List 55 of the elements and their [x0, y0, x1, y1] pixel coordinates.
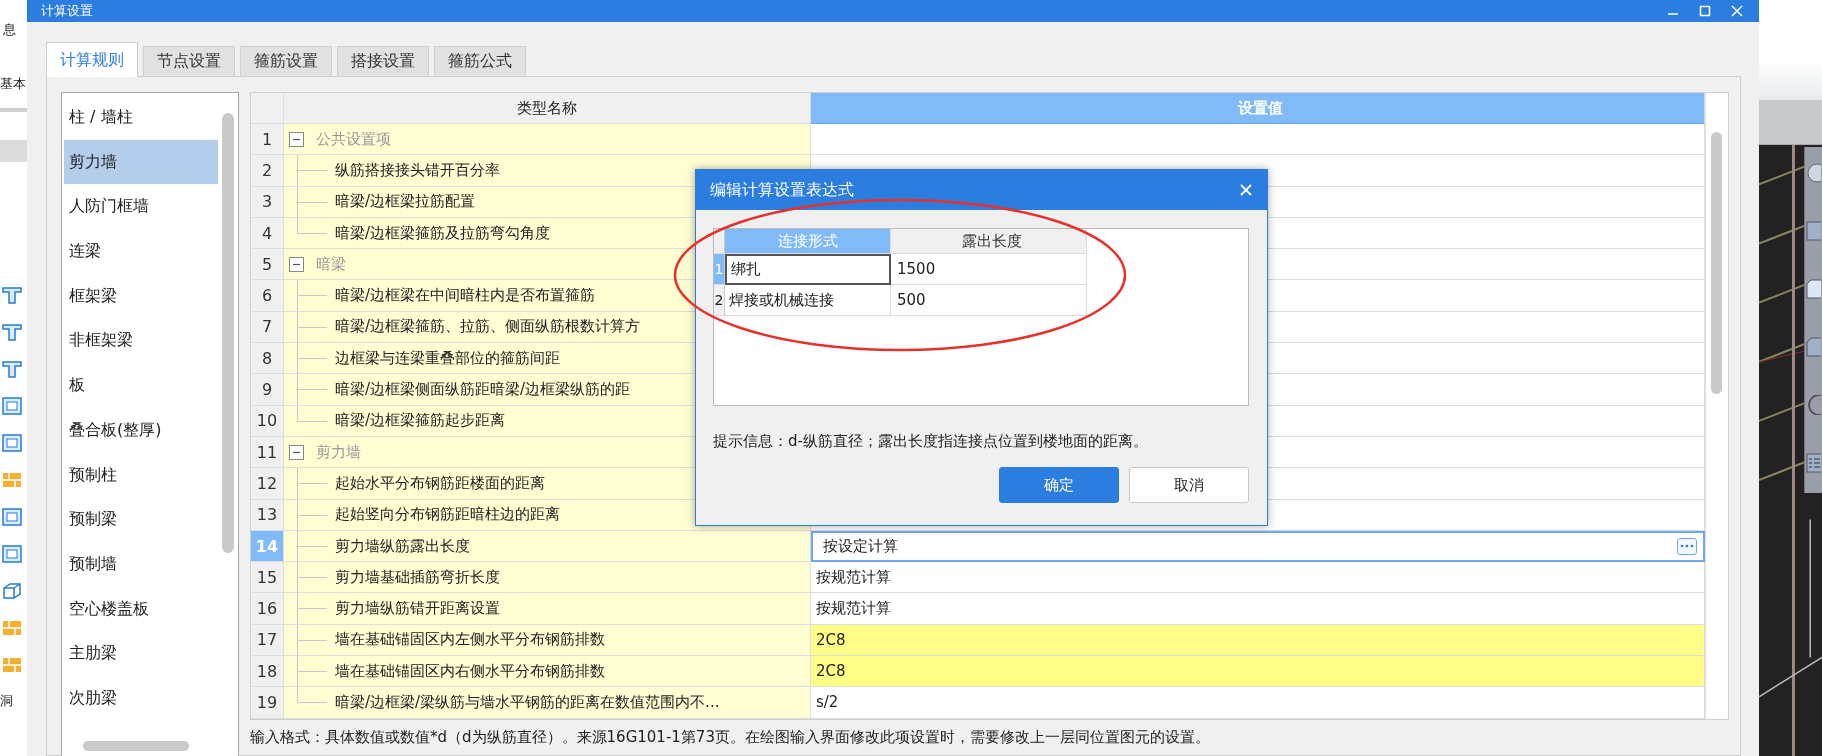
window-title: 计算设置	[41, 2, 93, 20]
setting-name: 暗梁/边框梁/梁纵筋与墙水平钢筋的距离在数值范围内不...	[335, 693, 720, 712]
column-header: 设置值	[811, 93, 1705, 124]
app-label: 基本	[0, 76, 27, 92]
setting-name: 墙在基础锚固区内左侧水平分布钢筋排数	[335, 630, 605, 650]
row-number: 17	[251, 624, 284, 657]
row-number: 1	[714, 254, 725, 285]
setting-name: 暗梁/边框梁侧面纵筋距暗梁/边框梁纵筋的距	[335, 380, 631, 399]
setting-name: 剪力墙纵筋露出长度	[335, 536, 470, 556]
dialog-title: 编辑计算设置表达式	[710, 179, 854, 201]
setting-name: 起始竖向分布钢筋距暗柱边的距离	[335, 505, 560, 525]
setting-name: 纵筋搭接接头错开百分率	[335, 160, 500, 180]
group-label: 暗梁	[316, 254, 346, 274]
app-label: 息	[2, 22, 17, 38]
group-label: 公共设置项	[316, 129, 391, 149]
row-number: 5	[251, 249, 284, 281]
row-number: 7	[251, 311, 284, 344]
setting-name: 暗梁/边框梁箍筋、拉筋、侧面纵筋根数计算方	[335, 317, 641, 337]
row-number: 11	[251, 436, 284, 469]
setting-value: 2C8	[816, 630, 846, 649]
setting-name: 起始水平分布钢筋距楼面的距离	[335, 473, 545, 493]
setting-name: 暗梁/边框梁拉筋配置	[335, 192, 476, 212]
row-number: 19	[251, 687, 284, 719]
setting-name: 边框梁与连梁重叠部位的箍筋间距	[335, 348, 560, 368]
row-number: 2	[714, 285, 725, 316]
row-number: 14	[251, 530, 284, 563]
row-number: 4	[251, 217, 284, 250]
setting-name: 暗梁/边框梁在中间暗柱内是否布置箍筋	[335, 286, 596, 306]
row-number: 13	[251, 499, 284, 531]
setting-value: 按规范计算	[816, 599, 891, 619]
row-number: 10	[251, 405, 284, 437]
hint-text: 提示信息：d-纵筋直径；露出长度指连接点位置到楼地面的距离。	[713, 432, 1149, 451]
setting-name: 剪力墙纵筋错开距离设置	[335, 599, 500, 619]
setting-name: 暗梁/边框梁箍筋起步距离	[335, 411, 506, 431]
setting-value: 按设定计算	[823, 537, 898, 556]
row-number: 15	[251, 562, 284, 594]
setting-name: 剪力墙基础插筋弯折长度	[335, 567, 500, 587]
row-number: 1	[251, 124, 284, 156]
app-label: 洞	[0, 693, 14, 709]
row-number: 16	[251, 593, 284, 625]
setting-value: s/2	[816, 693, 839, 712]
setting-name: 暗梁/边框梁箍筋及拉筋弯勾角度	[335, 223, 551, 243]
row-number: 6	[251, 280, 284, 312]
row-number: 2	[251, 155, 284, 187]
row-number: 3	[251, 186, 284, 218]
setting-name: 墙在基础锚固区内右侧水平分布钢筋排数	[335, 661, 605, 681]
hint-text: 输入格式：具体数值或数值*d（d为纵筋直径）。来源16G101-1第73页。在绘图输入界面修改此项设置时，需要修改上一层同位置图元的设置。	[250, 727, 1211, 747]
setting-value: 2C8	[816, 662, 846, 681]
setting-value: 按规范计算	[816, 567, 891, 587]
row-number: 12	[251, 468, 284, 500]
row-number: 18	[251, 656, 284, 688]
row-number: 8	[251, 343, 284, 375]
row-number: 9	[251, 374, 284, 406]
column-header: 类型名称	[284, 93, 811, 124]
group-label: 剪力墙	[316, 442, 361, 462]
